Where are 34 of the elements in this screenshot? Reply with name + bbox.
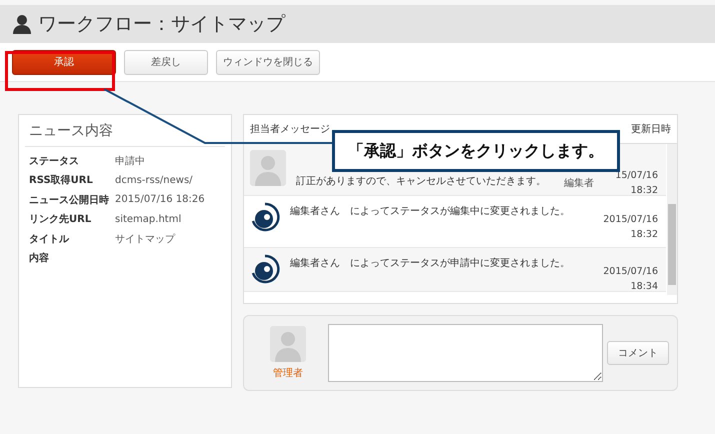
- logo-icon: [250, 202, 280, 232]
- logo-icon: [250, 254, 280, 284]
- message-text: 編集者さん によってステータスが編集中に変更されました。: [290, 204, 570, 218]
- toolbar-button[interactable]: 差戻し: [124, 50, 208, 74]
- column-header: 更新日時: [631, 122, 671, 136]
- user-icon: [12, 14, 32, 34]
- field-label: タイトル: [29, 232, 70, 246]
- comment-button[interactable]: コメント: [607, 341, 669, 365]
- field-label: ニュース公開日時: [29, 194, 110, 207]
- callout-text: 「承認」ボタンをクリックします。: [332, 130, 620, 172]
- user-avatar-icon: [270, 326, 306, 362]
- scrollbar[interactable]: [667, 144, 677, 295]
- role-text: 編集者: [564, 176, 594, 190]
- window-title: ワークフロー：サイトマップ: [38, 12, 285, 37]
- message-text: 編集者さん によってステータスが申請中に変更されました。: [290, 256, 570, 270]
- update-date: 15/07/16 18:32: [614, 169, 658, 195]
- field-label: リンク先URL: [29, 212, 92, 226]
- update-date: 2015/07/16 18:34: [602, 265, 658, 291]
- field-value: 2015/07/16 18:26: [115, 194, 205, 206]
- update-date: 2015/07/16 18:32: [602, 213, 658, 242]
- field-label: RSS取得URL: [29, 174, 94, 188]
- field-value: サイトマップ: [115, 232, 175, 246]
- field-value: sitemap.html: [115, 214, 182, 225]
- field-label: ステータス: [29, 154, 80, 168]
- user-name: 管理者: [273, 366, 303, 380]
- field-value: 申請中: [115, 154, 145, 168]
- panel-heading: ニュース内容: [25, 115, 225, 147]
- user-avatar-icon: [250, 150, 286, 186]
- field-value: dcms-rss/news/: [115, 174, 193, 186]
- comment-field[interactable]: [328, 324, 604, 382]
- field-label: 内容: [29, 251, 50, 266]
- message-text: 訂正がありますので、キャンセルさせていただきます。: [296, 174, 546, 188]
- column-header: 担当者メッセージ: [250, 122, 330, 136]
- toolbar-button[interactable]: ウィンドウを閉じる: [216, 50, 320, 74]
